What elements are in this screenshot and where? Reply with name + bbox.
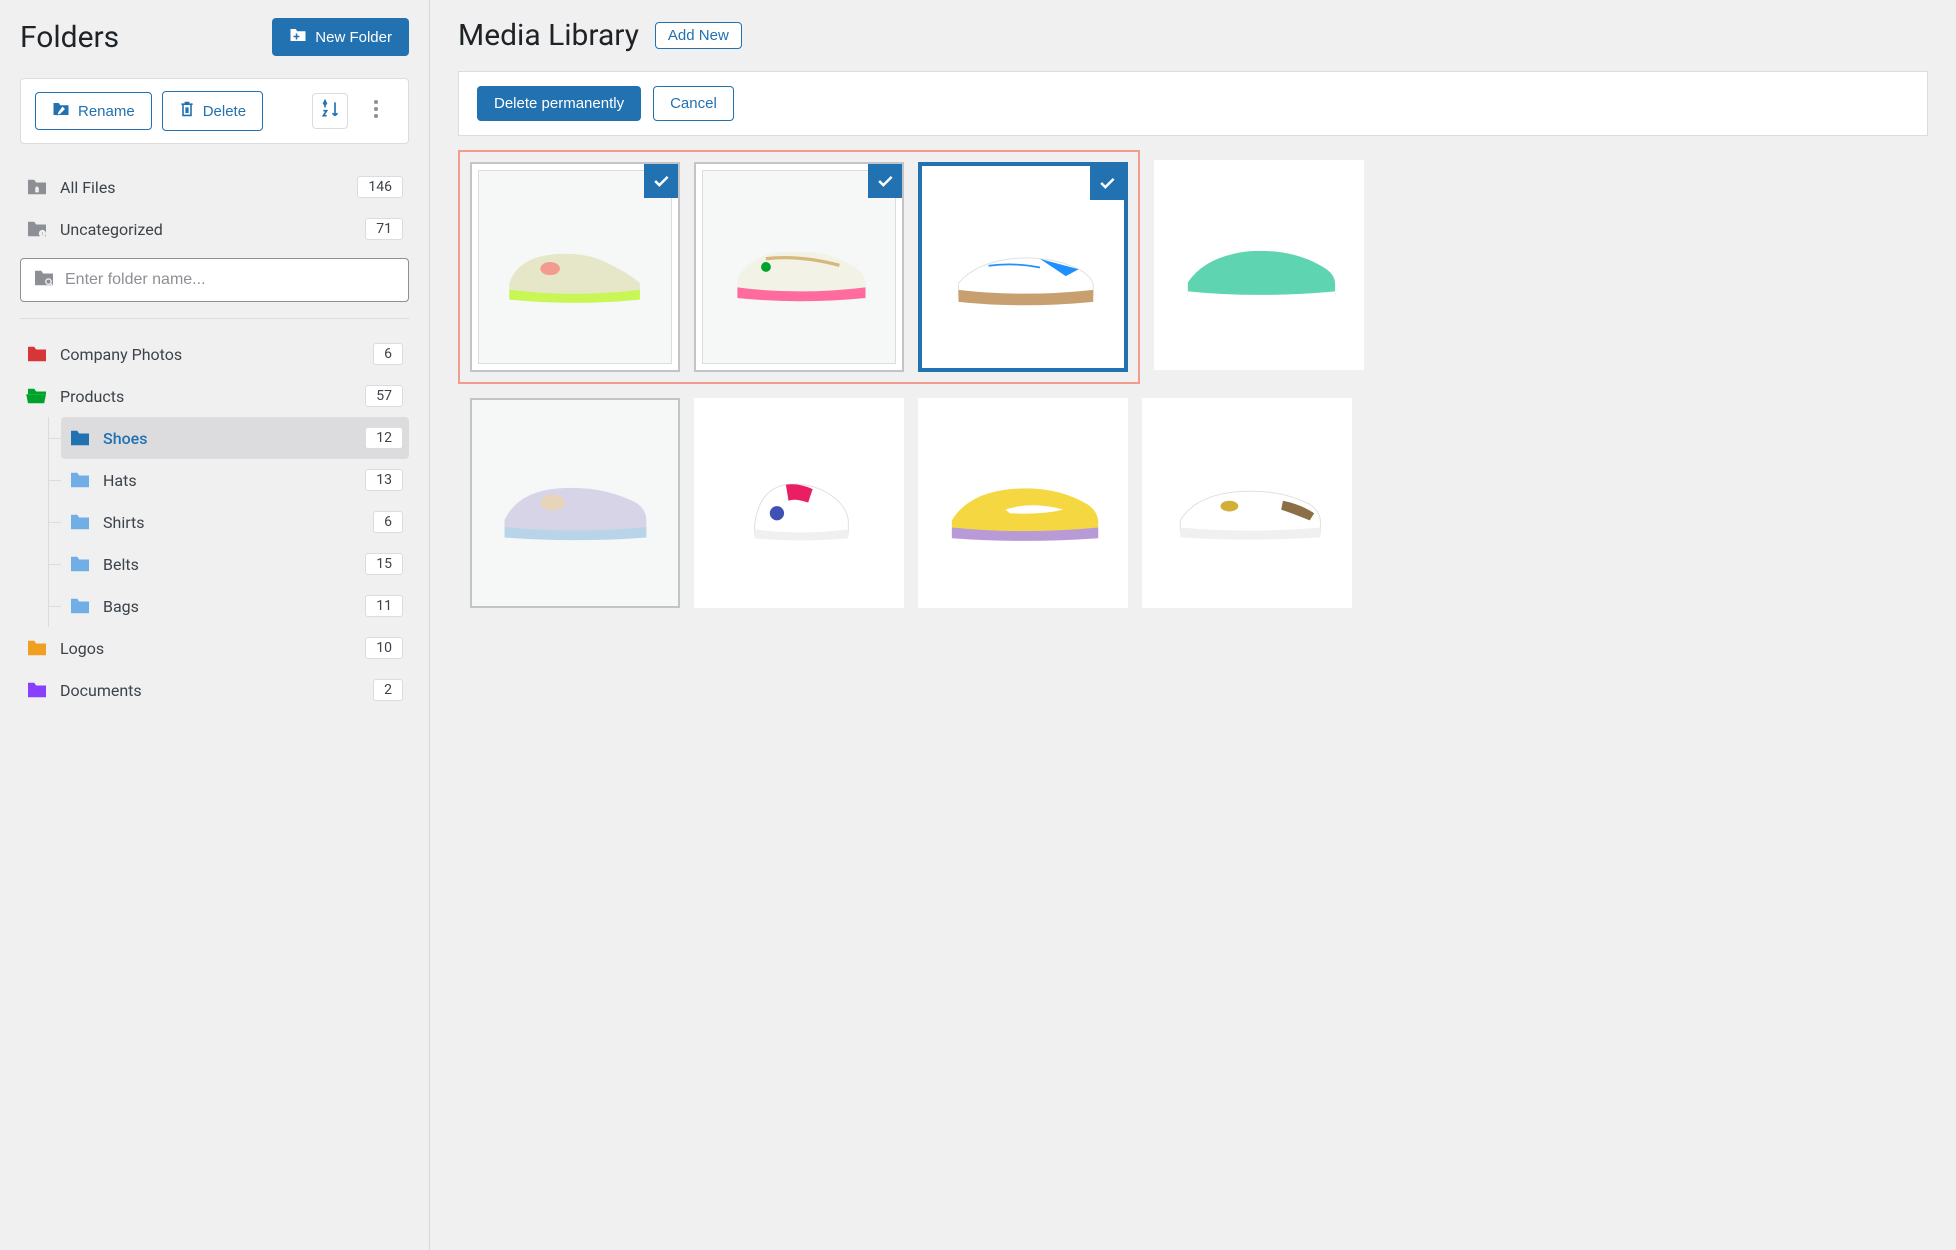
folder-shoes[interactable]: Shoes 12 [61,417,409,459]
sort-az-icon [320,99,340,123]
uncategorized-row[interactable]: ! Uncategorized 71 [20,208,409,250]
folder-icon [69,471,91,489]
folder-label: Shoes [103,429,147,448]
trash-icon [179,100,195,122]
uncategorized-folder-icon: ! [26,220,48,238]
new-folder-label: New Folder [315,29,392,46]
folder-logos[interactable]: Logos 10 [20,627,409,669]
folder-open-icon [26,387,48,405]
folder-plus-icon [289,27,307,47]
shoe-thumbnail-icon [717,218,880,316]
selection-highlight [458,150,1140,384]
media-item[interactable] [918,398,1128,608]
shoe-thumbnail-icon [934,449,1113,556]
all-files-row[interactable]: All Files 146 [20,166,409,208]
shoe-thumbnail-icon [710,449,889,556]
folders-sidebar: Folders New Folder Rename Delete [0,0,430,1250]
folder-count: 57 [365,385,403,407]
media-item[interactable] [694,398,904,608]
folder-label: Company Photos [60,345,182,364]
folder-label: Logos [60,639,104,658]
all-files-count: 146 [357,176,403,198]
rename-button[interactable]: Rename [35,92,152,130]
media-item[interactable] [470,398,680,608]
media-item[interactable] [1142,398,1352,608]
folders-title: Folders [20,20,119,55]
all-files-label: All Files [60,178,116,197]
folder-icon [26,681,48,699]
bulk-action-bar: Delete permanently Cancel [458,71,1928,136]
shoe-thumbnail-icon [487,450,662,555]
folder-icon [26,345,48,363]
folder-search[interactable] [20,258,409,302]
check-icon [1090,166,1124,200]
folder-label: Shirts [103,513,145,532]
check-icon [868,164,902,198]
new-folder-button[interactable]: New Folder [272,18,409,56]
uncategorized-label: Uncategorized [60,220,163,239]
dots-vertical-icon [373,99,379,123]
folder-label: Products [60,387,124,406]
folder-count: 11 [365,595,403,617]
more-menu-button[interactable] [358,93,394,129]
add-new-label: Add New [668,27,729,44]
page-title: Media Library [458,18,639,53]
uncategorized-count: 71 [365,218,403,240]
folder-icon [69,429,91,447]
media-item[interactable] [694,162,904,372]
products-children: Shoes 12 Hats 13 Shirts 6 [48,417,409,627]
folder-icon [69,513,91,531]
folder-icon [69,597,91,615]
folder-products[interactable]: Products 57 [20,375,409,417]
folder-count: 6 [373,343,403,365]
folder-count: 13 [365,469,403,491]
folder-count: 12 [365,427,403,449]
folder-label: Documents [60,681,142,700]
svg-text:!: ! [42,232,43,238]
folder-company-photos[interactable]: Company Photos 6 [20,333,409,375]
folder-count: 2 [373,679,403,701]
delete-permanently-button[interactable]: Delete permanently [477,86,641,121]
shoe-thumbnail-icon [1158,449,1337,556]
folder-shirts[interactable]: Shirts 6 [61,501,409,543]
home-folder-icon [26,178,48,196]
folder-count: 10 [365,637,403,659]
delete-permanently-label: Delete permanently [494,95,624,112]
folder-icon [69,555,91,573]
folder-label: Bags [103,597,139,616]
media-item[interactable] [470,162,680,372]
delete-folder-label: Delete [203,103,246,120]
media-item[interactable] [1154,160,1364,370]
cancel-button[interactable]: Cancel [653,86,734,121]
search-folder-icon [33,269,55,291]
check-icon [644,164,678,198]
folder-icon [26,639,48,657]
sort-button[interactable] [312,93,348,129]
folder-belts[interactable]: Belts 15 [61,543,409,585]
folder-bags[interactable]: Bags 11 [61,585,409,627]
rename-label: Rename [78,103,135,120]
cancel-label: Cancel [670,95,717,112]
shoe-thumbnail-icon [493,218,656,316]
shoe-thumbnail-icon [1170,211,1349,318]
media-grid-row-2 [470,398,1928,608]
folder-label: Hats [103,471,137,490]
folder-label: Belts [103,555,139,574]
folder-count: 6 [373,511,403,533]
folder-hats[interactable]: Hats 13 [61,459,409,501]
media-item[interactable] [918,162,1128,372]
folder-toolbar: Rename Delete [20,78,409,144]
folder-documents[interactable]: Documents 2 [20,669,409,711]
media-library-main: Media Library Add New Delete permanently… [430,0,1956,1250]
folder-count: 15 [365,553,403,575]
add-new-button[interactable]: Add New [655,22,742,49]
shoe-thumbnail-icon [937,216,1109,319]
delete-folder-button[interactable]: Delete [162,91,263,131]
pencil-folder-icon [52,101,70,121]
folder-search-input[interactable] [65,271,396,289]
